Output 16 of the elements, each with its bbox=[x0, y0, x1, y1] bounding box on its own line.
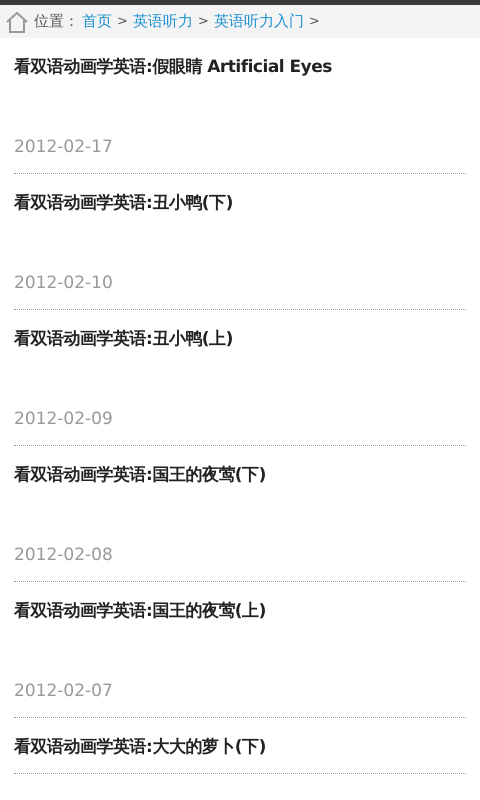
location-label: 位置： bbox=[34, 12, 79, 31]
article-title[interactable]: 看双语动画学英语:国王的夜莺(上) bbox=[14, 596, 466, 626]
breadcrumb-separator: > bbox=[198, 14, 209, 29]
article-date: 2012-02-08 bbox=[14, 544, 114, 567]
article-title[interactable]: 看双语动画学英语:丑小鸭(下) bbox=[14, 188, 466, 218]
article-date: 2012-02-09 bbox=[14, 408, 114, 431]
article-date: 2012-02-17 bbox=[14, 136, 114, 159]
article-title[interactable]: 看双语动画学英语:大大的萝卜(下) bbox=[14, 732, 466, 762]
breadcrumb-separator: > bbox=[308, 14, 320, 29]
article-title[interactable]: 看双语动画学英语:国王的夜莺(下) bbox=[14, 460, 466, 490]
breadcrumb-separator: > bbox=[117, 14, 128, 29]
article-date: 2012-02-10 bbox=[14, 272, 114, 295]
article-date: 2012-02-07 bbox=[14, 680, 114, 703]
article-title[interactable]: 看双语动画学英语:丑小鸭(上) bbox=[14, 324, 466, 354]
article-title[interactable]: 看双语动画学英语:假眼睛 Artificial Eyes bbox=[14, 52, 466, 82]
home-icon[interactable] bbox=[5, 10, 29, 34]
